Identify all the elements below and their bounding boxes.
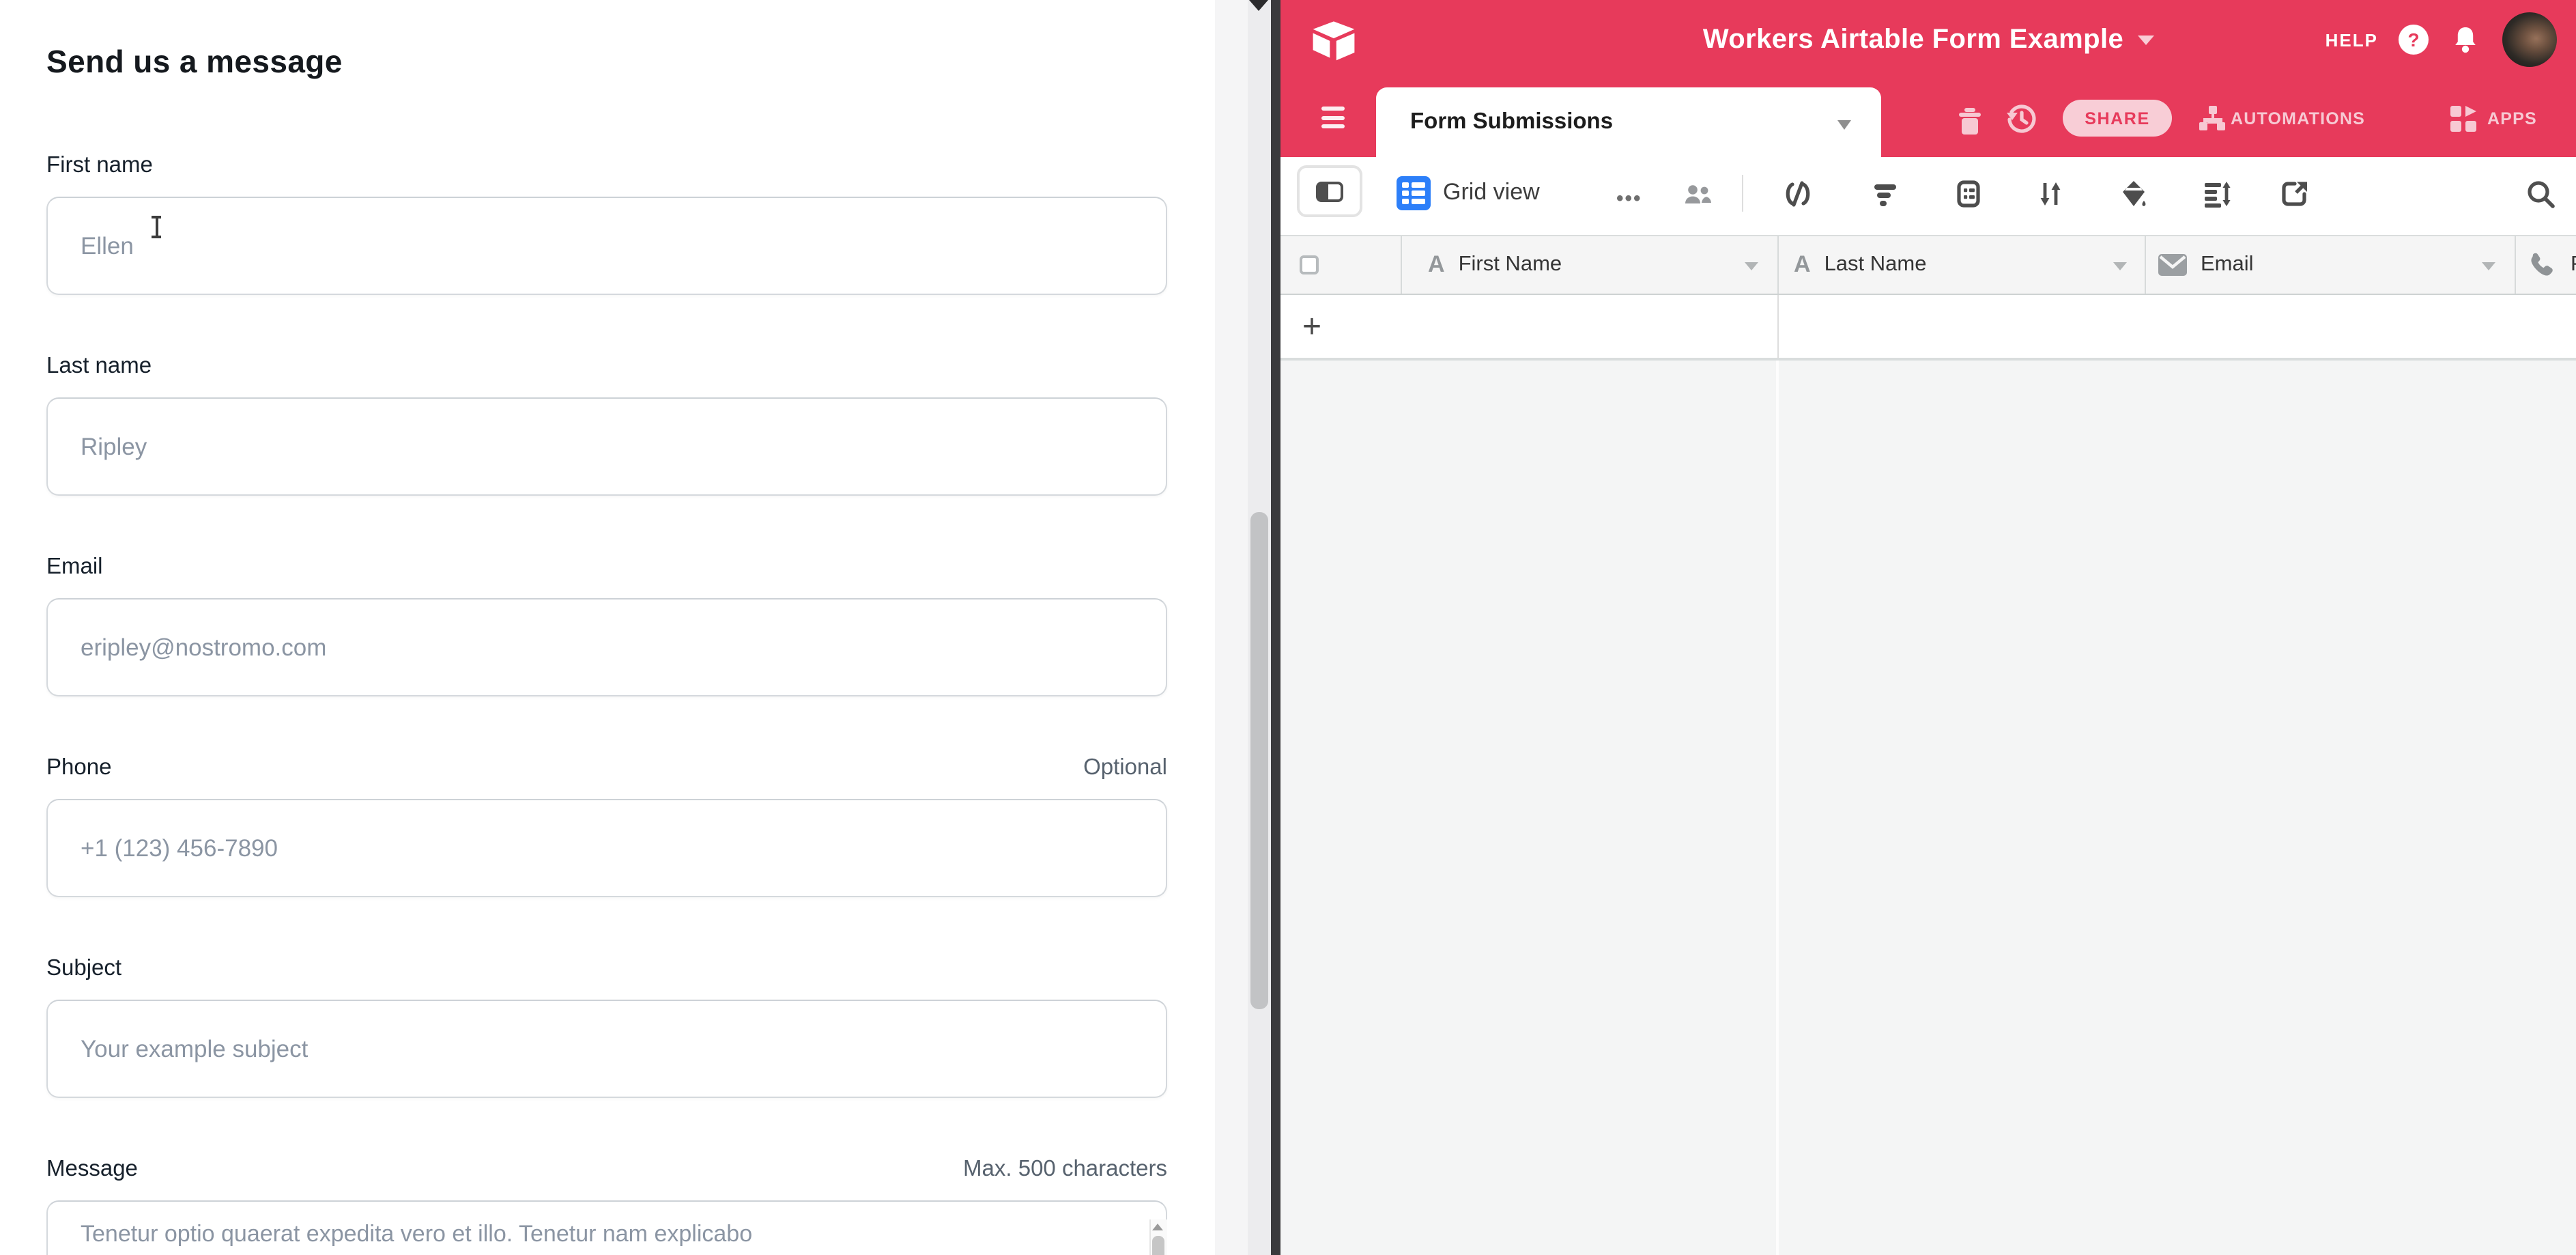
trash-icon[interactable]: [1955, 79, 1985, 157]
frozen-column-divider: [1776, 361, 1779, 1255]
apps-icon[interactable]: [2449, 79, 2479, 157]
sort-icon[interactable]: [2034, 178, 2067, 210]
question-mark-button[interactable]: ?: [2399, 25, 2429, 55]
phone-optional-note: Optional: [1083, 755, 1167, 781]
view-more-icon[interactable]: •••: [1616, 187, 1642, 210]
tables-menu-icon[interactable]: [1321, 107, 1345, 128]
grid-area: A First Name A Last Name Email: [1280, 229, 2576, 1255]
add-record-plus-icon[interactable]: +: [1302, 309, 1321, 347]
color-icon[interactable]: [2117, 178, 2150, 210]
column-header-row: A First Name A Last Name Email: [1280, 235, 2576, 295]
single-line-text-icon: A: [1428, 251, 1445, 279]
subject-label: Subject: [46, 956, 121, 982]
textarea-scrollbar[interactable]: [1149, 1219, 1167, 1255]
add-record-row[interactable]: +: [1280, 295, 2576, 358]
message-group: Message Max. 500 characters: [46, 1157, 1167, 1255]
form-title: Send us a message: [46, 44, 343, 81]
collaborators-icon[interactable]: [1682, 178, 1715, 210]
window-divider: [1271, 0, 1280, 1255]
collapse-sidebar-button[interactable]: [1297, 165, 1362, 217]
email-envelope-icon: [2158, 254, 2187, 276]
share-view-icon[interactable]: [2278, 178, 2311, 210]
message-textarea[interactable]: [46, 1200, 1167, 1255]
first-name-group: First name: [46, 153, 1167, 295]
phone-field[interactable]: [46, 799, 1167, 897]
column-header-last-name[interactable]: A Last Name: [1794, 236, 1926, 294]
column-header-email[interactable]: Email: [2158, 236, 2254, 294]
table-name: Form Submissions: [1410, 109, 1613, 135]
share-button[interactable]: SHARE: [2063, 100, 2172, 137]
automations-button[interactable]: AUTOMATIONS: [2231, 109, 2365, 128]
group-icon[interactable]: [1952, 178, 1985, 210]
phone-icon: [2527, 250, 2557, 280]
last-name-column-caret-icon[interactable]: [2113, 262, 2127, 270]
email-column-caret-icon[interactable]: [2482, 262, 2495, 270]
page-scrollbar-thumb[interactable]: [1250, 512, 1268, 1009]
toolbar-divider: [1742, 175, 1743, 212]
first-name-label: First name: [46, 153, 153, 179]
user-avatar[interactable]: [2502, 12, 2557, 67]
base-title-caret-icon[interactable]: [2137, 35, 2153, 44]
select-all-checkbox[interactable]: [1300, 236, 1319, 294]
email-field[interactable]: [46, 598, 1167, 696]
phone-group: Phone Optional: [46, 755, 1167, 897]
view-toolbar: Grid view •••: [1280, 157, 2576, 229]
column-header-phone[interactable]: P: [2527, 236, 2576, 294]
first-name-input[interactable]: [46, 197, 1167, 295]
filter-icon[interactable]: [1869, 178, 1902, 210]
airtable-window: Workers Airtable Form Example HELP ? For…: [1280, 0, 2576, 1255]
row-height-icon[interactable]: [2201, 178, 2233, 210]
table-tab-caret-icon[interactable]: [1837, 120, 1851, 130]
scrollbar-up-arrow-icon[interactable]: [1152, 1224, 1163, 1230]
screenshot-stage: Send us a message First name Last name E…: [0, 0, 2576, 1255]
last-name-input[interactable]: [46, 397, 1167, 496]
view-name[interactable]: Grid view: [1443, 179, 1540, 206]
column-header-first-name[interactable]: A First Name: [1428, 236, 1562, 294]
contact-form-pane: Send us a message First name Last name E…: [0, 0, 1215, 1255]
history-icon[interactable]: [2005, 79, 2038, 157]
first-name-column-caret-icon[interactable]: [1745, 262, 1758, 270]
airtable-tabbar: Form Submissions SHARE: [1280, 79, 2576, 157]
message-maxchars-note: Max. 500 characters: [963, 1157, 1167, 1183]
automations-icon[interactable]: [2198, 79, 2228, 157]
textarea-scrollbar-thumb[interactable]: [1152, 1236, 1164, 1255]
base-title[interactable]: Workers Airtable Form Example: [1703, 24, 2123, 55]
email-group: Email: [46, 554, 1167, 696]
sidebar-toggle-icon: [1316, 181, 1343, 201]
window-divider-handle: [1249, 0, 1268, 11]
subject-input[interactable]: [46, 1000, 1167, 1098]
notifications-bell-icon[interactable]: [2449, 23, 2482, 56]
last-name-group: Last name: [46, 354, 1167, 496]
email-label: Email: [46, 554, 103, 580]
airtable-topbar: Workers Airtable Form Example HELP ?: [1280, 0, 2576, 79]
left-window-edge-gutter: [1215, 0, 1248, 1255]
empty-grid-background: [1280, 358, 2576, 1255]
search-icon[interactable]: [2524, 178, 2557, 210]
message-label: Message: [46, 1157, 138, 1183]
apps-button[interactable]: APPS: [2487, 109, 2537, 128]
hide-fields-icon[interactable]: [1781, 178, 1814, 210]
frozen-column-divider: [1777, 295, 1779, 358]
grid-view-icon[interactable]: [1397, 176, 1431, 210]
single-line-text-icon: A: [1794, 251, 1811, 279]
subject-group: Subject: [46, 956, 1167, 1098]
phone-label: Phone: [46, 755, 111, 781]
tab-form-submissions[interactable]: Form Submissions: [1376, 87, 1881, 157]
help-button[interactable]: HELP: [2325, 29, 2378, 50]
text-cursor-ibeam: [150, 216, 162, 240]
last-name-label: Last name: [46, 354, 152, 380]
